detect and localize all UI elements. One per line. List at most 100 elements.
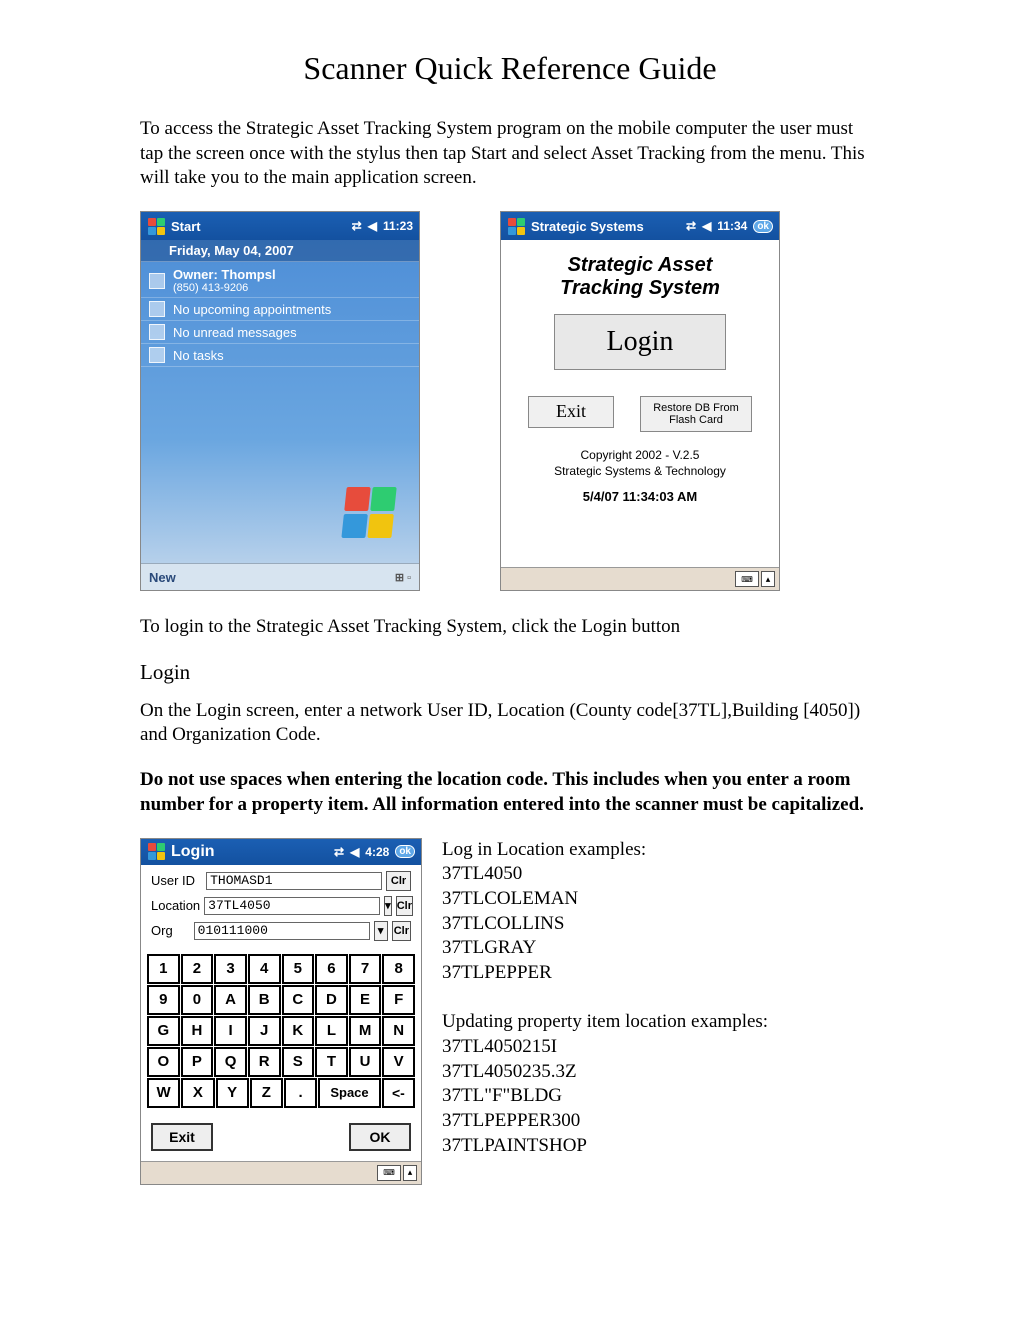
owner-icon	[149, 273, 165, 289]
windows-icon	[147, 217, 165, 235]
examples-heading-2: Updating property item location examples…	[442, 1010, 768, 1035]
example-item: 37TLPEPPER300	[442, 1109, 768, 1134]
key-space[interactable]: Space	[318, 1078, 381, 1108]
appointments-row[interactable]: No upcoming appointments	[141, 298, 419, 321]
key-6[interactable]: 6	[315, 954, 348, 984]
messages-row[interactable]: No unread messages	[141, 321, 419, 344]
key-5[interactable]: 5	[282, 954, 315, 984]
key-d[interactable]: D	[315, 985, 348, 1015]
key-f[interactable]: F	[382, 985, 415, 1015]
tasks-row[interactable]: No tasks	[141, 344, 419, 367]
org-input[interactable]	[194, 922, 370, 940]
restore-db-button[interactable]: Restore DB From Flash Card	[640, 396, 752, 432]
owner-row[interactable]: Owner: Thompsl (850) 413-9206	[141, 264, 419, 298]
userid-input[interactable]	[206, 872, 382, 890]
key-q[interactable]: Q	[214, 1047, 247, 1077]
login-button[interactable]: Login	[554, 314, 726, 370]
dropdown-button[interactable]: ▾	[384, 896, 392, 916]
key-r[interactable]: R	[248, 1047, 281, 1077]
owner-label: Owner: Thompsl	[173, 267, 276, 282]
messages-text: No unread messages	[173, 325, 297, 340]
key-.[interactable]: .	[284, 1078, 317, 1108]
appointments-text: No upcoming appointments	[173, 302, 331, 317]
key-4[interactable]: 4	[248, 954, 281, 984]
clear-button[interactable]: Clr	[392, 921, 411, 941]
titlebar: Strategic Systems ⇄ ◀ 11:34 ok	[501, 212, 779, 240]
key-v[interactable]: V	[382, 1047, 415, 1077]
dropdown-button[interactable]: ▾	[374, 921, 388, 941]
softkey-bar: New ⊞ ▫	[141, 563, 419, 590]
key-3[interactable]: 3	[214, 954, 247, 984]
keyboard-icon[interactable]: ⌨	[377, 1165, 401, 1181]
key-0[interactable]: 0	[181, 985, 214, 1015]
login-paragraph: On the Login screen, enter a network Use…	[140, 699, 880, 748]
userid-label: User ID	[151, 873, 202, 888]
sip-arrow-icon[interactable]: ▴	[403, 1165, 417, 1181]
calendar-icon	[149, 301, 165, 317]
start-screen: Start ⇄ ◀ 11:23 Friday, May 04, 2007 Own…	[140, 211, 420, 591]
key-t[interactable]: T	[315, 1047, 348, 1077]
key-u[interactable]: U	[349, 1047, 382, 1077]
ok-button[interactable]: OK	[349, 1123, 411, 1151]
clear-button[interactable]: Clr	[386, 871, 411, 891]
new-button[interactable]: New	[149, 570, 176, 585]
key-s[interactable]: S	[282, 1047, 315, 1077]
start-label[interactable]: Start	[171, 219, 201, 234]
windows-icon	[507, 217, 525, 235]
clock: 4:28	[365, 845, 389, 859]
clock: 11:23	[383, 219, 413, 233]
ok-button[interactable]: ok	[753, 220, 773, 233]
volume-icon: ◀	[368, 219, 377, 233]
key-l[interactable]: L	[315, 1016, 348, 1046]
key-8[interactable]: 8	[382, 954, 415, 984]
examples-heading-1: Log in Location examples:	[442, 838, 768, 863]
key-x[interactable]: X	[181, 1078, 214, 1108]
connectivity-icon: ⇄	[352, 219, 362, 233]
key-<-[interactable]: <-	[382, 1078, 415, 1108]
example-item: 37TLPEPPER	[442, 961, 768, 986]
exit-button[interactable]: Exit	[151, 1123, 213, 1151]
key-1[interactable]: 1	[147, 954, 180, 984]
key-z[interactable]: Z	[250, 1078, 283, 1108]
clear-button[interactable]: Clr	[396, 896, 413, 916]
key-h[interactable]: H	[181, 1016, 214, 1046]
screenshots-row: Start ⇄ ◀ 11:23 Friday, May 04, 2007 Own…	[140, 211, 880, 591]
examples-column: Log in Location examples: 37TL4050 37TLCO…	[442, 838, 768, 1159]
connectivity-icon: ⇄	[334, 845, 344, 859]
example-item: 37TLPAINTSHOP	[442, 1134, 768, 1159]
status-tray: ⇄ ◀ 11:34 ok	[686, 219, 773, 233]
key-m[interactable]: M	[349, 1016, 382, 1046]
owner-phone: (850) 413-9206	[173, 282, 276, 294]
key-n[interactable]: N	[382, 1016, 415, 1046]
example-item: 37TLCOLLINS	[442, 912, 768, 937]
app-title: Strategic Systems	[531, 219, 644, 234]
key-9[interactable]: 9	[147, 985, 180, 1015]
key-i[interactable]: I	[214, 1016, 247, 1046]
key-k[interactable]: K	[282, 1016, 315, 1046]
exit-button[interactable]: Exit	[528, 396, 614, 428]
tray-icons: ⊞ ▫	[395, 571, 411, 584]
org-label: Org	[151, 923, 190, 938]
key-a[interactable]: A	[214, 985, 247, 1015]
key-b[interactable]: B	[248, 985, 281, 1015]
login-screen: Login ⇄ ◀ 4:28 ok User ID Clr Location	[140, 838, 422, 1185]
key-w[interactable]: W	[147, 1078, 180, 1108]
windows-logo-decoration	[340, 486, 400, 540]
key-c[interactable]: C	[282, 985, 315, 1015]
key-p[interactable]: P	[181, 1047, 214, 1077]
sip-arrow-icon[interactable]: ▴	[761, 571, 775, 587]
key-y[interactable]: Y	[216, 1078, 249, 1108]
key-e[interactable]: E	[349, 985, 382, 1015]
example-item: 37TL4050215I	[442, 1035, 768, 1060]
keyboard-icon[interactable]: ⌨	[735, 571, 759, 587]
login-heading: Login	[140, 660, 880, 685]
key-o[interactable]: O	[147, 1047, 180, 1077]
key-j[interactable]: J	[248, 1016, 281, 1046]
key-g[interactable]: G	[147, 1016, 180, 1046]
key-2[interactable]: 2	[181, 954, 214, 984]
location-input[interactable]	[204, 897, 380, 915]
ok-button[interactable]: ok	[395, 845, 415, 858]
sip-bar: ⌨ ▴	[501, 567, 779, 590]
key-7[interactable]: 7	[349, 954, 382, 984]
example-item: 37TL4050	[442, 862, 768, 887]
